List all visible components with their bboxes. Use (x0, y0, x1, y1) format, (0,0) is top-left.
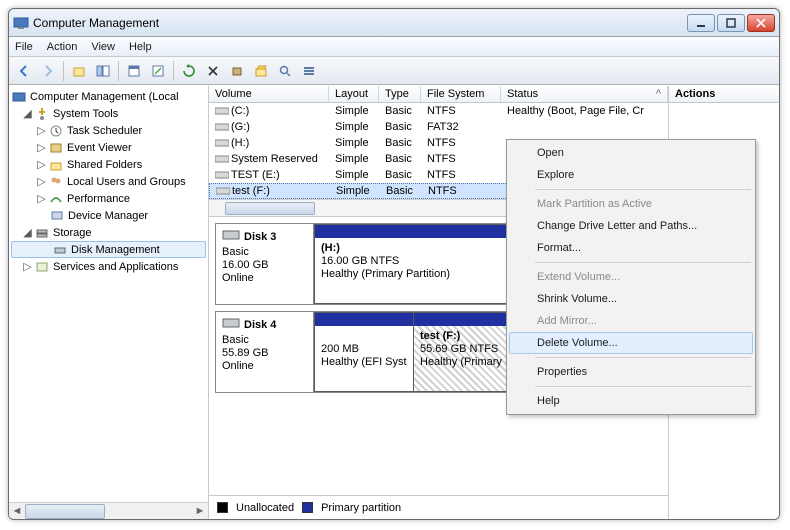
col-status[interactable]: Status^ (501, 86, 668, 102)
tree-event-viewer[interactable]: ▷Event Viewer (9, 139, 208, 156)
drive-icon (215, 106, 229, 116)
minimize-button[interactable] (687, 14, 715, 32)
ctx-mirror: Add Mirror... (509, 310, 753, 332)
legend-swatch-primary (302, 502, 313, 513)
ctx-delete-volume[interactable]: Delete Volume... (509, 332, 753, 354)
ctx-format[interactable]: Format... (509, 237, 753, 259)
close-button[interactable] (747, 14, 775, 32)
settings-toolbar-button[interactable] (226, 60, 248, 82)
forward-button[interactable] (37, 60, 59, 82)
ctx-explore[interactable]: Explore (509, 164, 753, 186)
refresh-button[interactable] (178, 60, 200, 82)
find-toolbar-button[interactable] (274, 60, 296, 82)
tree-root[interactable]: Computer Management (Local (9, 88, 208, 105)
volume-header[interactable]: Volume Layout Type File System Status^ (209, 86, 668, 103)
delete-toolbar-button[interactable] (202, 60, 224, 82)
show-hide-tree-button[interactable] (92, 60, 114, 82)
menu-file[interactable]: File (15, 41, 33, 53)
disk-icon (222, 316, 240, 333)
ctx-change-letter[interactable]: Change Drive Letter and Paths... (509, 215, 753, 237)
volume-row[interactable]: (C:)SimpleBasicNTFSHealthy (Boot, Page F… (209, 103, 668, 119)
menu-help[interactable]: Help (129, 41, 152, 53)
window-title: Computer Management (33, 16, 687, 30)
drive-icon (215, 170, 229, 180)
drive-icon (215, 154, 229, 164)
app-icon (13, 15, 29, 31)
tree-system-tools[interactable]: ◢System Tools (9, 105, 208, 122)
ctx-open[interactable]: Open (509, 142, 753, 164)
menubar: File Action View Help (9, 37, 779, 57)
actions-header: Actions (669, 86, 779, 103)
drive-icon (216, 186, 230, 196)
titlebar[interactable]: Computer Management (9, 9, 779, 37)
maximize-button[interactable] (717, 14, 745, 32)
col-fs[interactable]: File System (421, 86, 501, 102)
tree-device-manager[interactable]: Device Manager (9, 207, 208, 224)
legend-swatch-unallocated (217, 502, 228, 513)
tree-hscroll[interactable]: ◄ ► (9, 502, 208, 519)
properties-button[interactable] (123, 60, 145, 82)
partition-bar (315, 313, 413, 326)
partition[interactable]: 200 MB Healthy (EFI Syst (314, 312, 414, 392)
ctx-extend: Extend Volume... (509, 266, 753, 288)
menu-action[interactable]: Action (47, 41, 78, 53)
toolbar (9, 57, 779, 85)
drive-icon (215, 138, 229, 148)
disk-info[interactable]: Disk 3 Basic 16.00 GB Online (216, 224, 314, 304)
console-tree[interactable]: Computer Management (Local ◢System Tools… (9, 86, 208, 502)
tree-shared-folders[interactable]: ▷Shared Folders (9, 156, 208, 173)
tree-services-apps[interactable]: ▷Services and Applications (9, 258, 208, 275)
drive-icon (215, 122, 229, 132)
legend: Unallocated Primary partition (209, 495, 668, 519)
ctx-help[interactable]: Help (509, 390, 753, 412)
back-button[interactable] (13, 60, 35, 82)
volume-row[interactable]: (G:)SimpleBasicFAT32 (209, 119, 668, 135)
help-toolbar-button[interactable] (147, 60, 169, 82)
disk-icon (222, 228, 240, 245)
tree-disk-management[interactable]: Disk Management (11, 241, 206, 258)
menu-view[interactable]: View (91, 41, 115, 53)
col-volume[interactable]: Volume (209, 86, 329, 102)
context-menu: Open Explore Mark Partition as Active Ch… (506, 139, 756, 415)
ctx-shrink[interactable]: Shrink Volume... (509, 288, 753, 310)
col-type[interactable]: Type (379, 86, 421, 102)
tree-pane: Computer Management (Local ◢System Tools… (9, 86, 209, 519)
tree-task-scheduler[interactable]: ▷Task Scheduler (9, 122, 208, 139)
tree-local-users[interactable]: ▷Local Users and Groups (9, 173, 208, 190)
tree-storage[interactable]: ◢Storage (9, 224, 208, 241)
col-layout[interactable]: Layout (329, 86, 379, 102)
ctx-properties[interactable]: Properties (509, 361, 753, 383)
tree-performance[interactable]: ▷Performance (9, 190, 208, 207)
ctx-mark-active: Mark Partition as Active (509, 193, 753, 215)
open-toolbar-button[interactable] (250, 60, 272, 82)
disk-info[interactable]: Disk 4 Basic 55.89 GB Online (216, 312, 314, 392)
list-toolbar-button[interactable] (298, 60, 320, 82)
up-button[interactable] (68, 60, 90, 82)
